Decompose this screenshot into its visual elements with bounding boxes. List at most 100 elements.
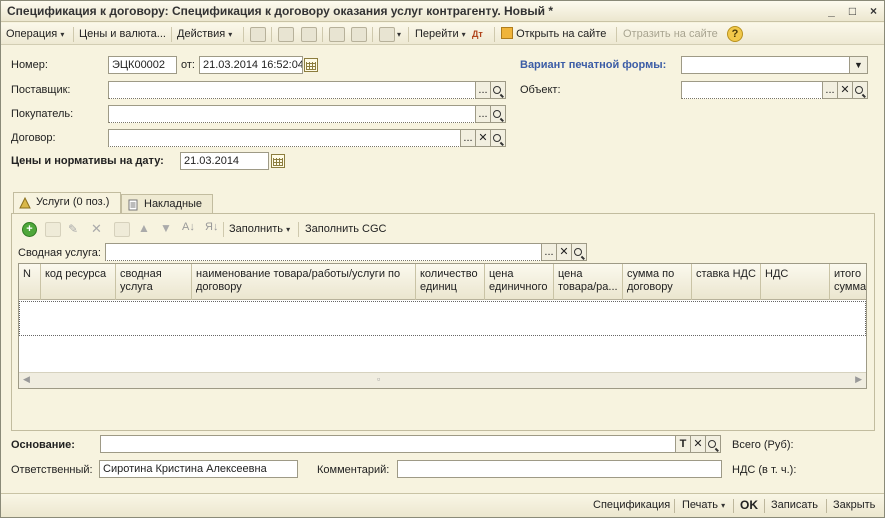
column-header[interactable]: итого сумма — [830, 264, 866, 300]
vat-label: НДС (в т. ч.): — [732, 464, 797, 476]
close-window-button[interactable]: × — [865, 3, 882, 19]
move-up-icon[interactable]: ▲ — [138, 221, 150, 235]
calendar-icon[interactable] — [271, 154, 285, 168]
scroll-thumb[interactable]: ▫ — [377, 374, 380, 384]
supplier-select-button[interactable]: ... — [476, 81, 491, 99]
separator — [733, 499, 734, 513]
add-row-icon[interactable]: + — [22, 222, 37, 237]
add-document-icon[interactable] — [301, 27, 317, 42]
contract-select-button[interactable]: ... — [461, 129, 476, 147]
text-type-button[interactable]: T — [676, 435, 691, 453]
post-document-icon[interactable] — [250, 27, 266, 42]
save-row-icon[interactable] — [114, 222, 130, 237]
chevron-down-icon[interactable]: ▾ — [397, 30, 401, 39]
window-title: Спецификация к договору: Спецификация к … — [7, 4, 553, 18]
main-toolbar: Операция ▾ Цены и валюта... Действия ▾ ▾… — [1, 23, 884, 45]
date-field[interactable]: 21.03.2014 16:52:04 — [199, 56, 303, 74]
copy-row-icon[interactable] — [45, 222, 61, 237]
reflect-on-site-button[interactable]: Отразить на сайте — [623, 26, 718, 43]
scroll-right-icon[interactable]: ▶ — [855, 374, 862, 385]
prices-currency-button[interactable]: Цены и валюта... — [79, 26, 166, 43]
responsible-field[interactable]: Сиротина Кристина Алексеевна — [99, 460, 298, 478]
open-on-site-button[interactable]: Открыть на сайте — [501, 26, 606, 43]
prices-date-field[interactable]: 21.03.2014 — [180, 152, 269, 170]
ok-button[interactable]: OK — [740, 498, 758, 512]
specification-button[interactable]: Спецификация — [593, 499, 670, 511]
fill-cgc-button[interactable]: Заполнить CGC — [305, 221, 387, 238]
print-menu[interactable]: Печать ▾ — [682, 499, 725, 511]
horizontal-scrollbar[interactable]: ◀ ▫ ▶ — [19, 372, 866, 388]
search-icon[interactable] — [491, 81, 506, 99]
column-header[interactable]: цена товара/ра... — [554, 264, 623, 300]
fill-label: Заполнить — [229, 223, 284, 235]
goto-label: Перейти — [415, 28, 459, 40]
summary-service-field[interactable] — [105, 243, 542, 261]
delete-icon[interactable]: ✕ — [91, 221, 102, 237]
separator — [826, 499, 827, 513]
picture-icon[interactable] — [278, 27, 294, 42]
chevron-down-icon: ▾ — [286, 225, 291, 234]
column-header[interactable]: код ресурса — [41, 264, 116, 300]
clear-icon[interactable]: ✕ — [557, 243, 572, 261]
edit-icon[interactable]: ✎ — [68, 222, 78, 236]
print-variant-select[interactable] — [681, 56, 850, 74]
contract-field[interactable] — [108, 129, 461, 147]
separator — [322, 27, 323, 42]
sort-descending-icon[interactable]: Я↓ — [205, 221, 218, 233]
goto-menu[interactable]: Перейти ▾ — [415, 26, 466, 43]
chevron-down-icon: ▾ — [228, 30, 233, 39]
actions-menu[interactable]: Действия ▾ — [177, 26, 232, 43]
basis-label: Основание: — [11, 439, 75, 451]
search-icon[interactable] — [491, 129, 506, 147]
table-row[interactable] — [19, 301, 866, 336]
services-table[interactable]: N код ресурса сводная услуга наименовани… — [18, 263, 867, 389]
chevron-down-icon[interactable]: ▼ — [850, 56, 868, 74]
sort-ascending-icon[interactable]: A↓ — [182, 221, 195, 233]
close-button[interactable]: Закрыть — [833, 499, 875, 511]
tab-services[interactable]: Услуги (0 поз.) — [13, 192, 121, 215]
title-bar: Спецификация к договору: Спецификация к … — [1, 1, 884, 22]
buyer-field[interactable] — [108, 105, 476, 123]
fill-menu[interactable]: Заполнить ▾ — [229, 221, 290, 238]
separator — [616, 27, 617, 42]
debit-credit-icon[interactable]: Дт — [472, 26, 483, 43]
column-header[interactable]: ставка НДС — [692, 264, 761, 300]
column-header[interactable]: наименование товара/работы/услуги по дог… — [192, 264, 416, 300]
calendar-icon[interactable] — [304, 58, 318, 72]
copy-document-icon[interactable] — [351, 27, 367, 42]
operation-menu[interactable]: Операция ▾ — [6, 26, 64, 43]
scroll-left-icon[interactable]: ◀ — [23, 374, 30, 385]
column-header[interactable]: сводная услуга — [116, 264, 192, 300]
footer-bar: Спецификация Печать ▾ OK Записать Закрыт… — [1, 493, 884, 517]
number-field[interactable]: ЭЦК00002 — [108, 56, 177, 74]
minimize-button[interactable]: _ — [823, 3, 840, 19]
clear-icon[interactable]: ✕ — [476, 129, 491, 147]
save-button[interactable]: Записать — [771, 499, 818, 511]
object-select-button[interactable]: ... — [823, 81, 838, 99]
clear-icon[interactable]: ✕ — [838, 81, 853, 99]
supplier-field[interactable] — [108, 81, 476, 99]
search-icon[interactable] — [706, 435, 721, 453]
move-down-icon[interactable]: ▼ — [160, 221, 172, 235]
buyer-label: Покупатель: — [11, 108, 74, 120]
column-header[interactable]: количество единиц — [416, 264, 485, 300]
column-header[interactable]: N — [19, 264, 41, 300]
column-header[interactable]: цена единичного — [485, 264, 554, 300]
export-document-icon[interactable] — [329, 27, 345, 42]
help-icon[interactable]: ? — [727, 26, 743, 42]
summary-select-button[interactable]: ... — [542, 243, 557, 261]
maximize-button[interactable]: □ — [844, 3, 861, 19]
object-field[interactable] — [681, 81, 823, 99]
column-header[interactable]: сумма по договору — [623, 264, 692, 300]
basis-field[interactable] — [100, 435, 676, 453]
column-header[interactable]: НДС — [761, 264, 830, 300]
actions-label: Действия — [177, 28, 226, 40]
clear-icon[interactable]: ✕ — [691, 435, 706, 453]
tab-invoices[interactable]: Накладные — [121, 194, 213, 215]
comment-field[interactable] — [397, 460, 722, 478]
search-icon[interactable] — [853, 81, 868, 99]
buyer-select-button[interactable]: ... — [476, 105, 491, 123]
based-on-icon[interactable] — [379, 27, 395, 42]
search-icon[interactable] — [572, 243, 587, 261]
search-icon[interactable] — [491, 105, 506, 123]
